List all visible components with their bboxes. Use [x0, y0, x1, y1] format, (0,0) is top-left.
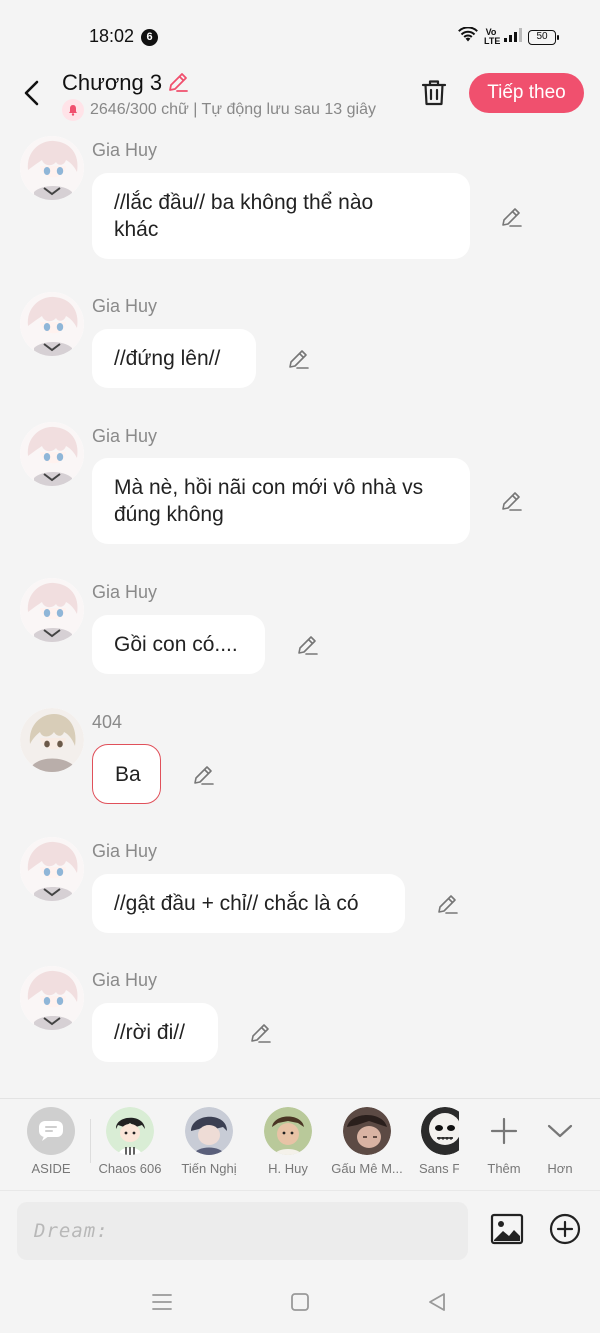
chevron-left-icon	[24, 80, 39, 106]
chevron-down-icon	[536, 1107, 584, 1155]
avatar	[421, 1107, 459, 1155]
avatar[interactable]	[20, 292, 84, 356]
message-bubble[interactable]: //đứng lên//	[92, 329, 256, 388]
sender-name: Gia Huy	[92, 582, 158, 602]
message-bubble[interactable]: Gồi con có....	[92, 615, 265, 674]
status-time: 18:02	[89, 26, 135, 46]
notification-count-badge: 6	[141, 29, 158, 46]
image-icon	[490, 1213, 524, 1245]
add-button[interactable]	[548, 1212, 582, 1246]
status-icons: Vo LTE 50	[458, 25, 559, 48]
back-nav-button[interactable]	[425, 1290, 449, 1314]
character-name: Sans F	[419, 1161, 459, 1176]
menu-button[interactable]	[150, 1290, 174, 1314]
system-navigation-bar	[0, 1270, 600, 1333]
chapter-title: Chương 3	[62, 70, 163, 95]
edit-message-button[interactable]	[435, 892, 459, 916]
character-selector: ASIDE Chaos 606 Tiến Nghị H. Huy Gấu Mê …	[0, 1098, 600, 1190]
insert-image-button[interactable]	[489, 1211, 525, 1247]
plus-icon	[480, 1107, 528, 1155]
character-name: H. Huy	[268, 1161, 308, 1176]
character-avatar-item[interactable]: H. Huy	[249, 1107, 327, 1176]
volte-icon: Vo LTE	[484, 27, 501, 46]
avatar[interactable]	[20, 837, 84, 901]
avatar	[106, 1107, 154, 1155]
edit-message-button[interactable]	[286, 347, 310, 371]
avatar	[264, 1107, 312, 1155]
avatar	[185, 1107, 233, 1155]
avatar	[343, 1107, 391, 1155]
pencil-icon	[251, 1024, 271, 1043]
menu-icon	[152, 1294, 172, 1310]
character-name: ASIDE	[31, 1161, 71, 1176]
collapse-button[interactable]: Hơn	[532, 1107, 588, 1176]
message-input[interactable]	[17, 1202, 468, 1260]
edit-message-button[interactable]	[499, 205, 523, 229]
edit-message-button[interactable]	[295, 633, 319, 657]
character-name: Chaos 606	[98, 1161, 162, 1176]
sender-name: Gia Huy	[92, 426, 158, 446]
more-label: Thêm	[487, 1161, 521, 1176]
battery-icon: 50	[528, 29, 559, 45]
back-button[interactable]	[18, 78, 46, 108]
character-avatar-item[interactable]: Gấu Mê M...	[328, 1107, 406, 1176]
avatar[interactable]	[20, 422, 84, 486]
character-aside[interactable]: ASIDE	[12, 1107, 90, 1176]
character-avatar-item[interactable]: Chaos 606	[91, 1107, 169, 1176]
collapse-label: Hơn	[547, 1161, 573, 1176]
edit-message-button[interactable]	[248, 1021, 272, 1045]
signal-icon	[504, 27, 522, 47]
message-bubble[interactable]: //rời đi//	[92, 1003, 218, 1062]
sender-name: 404	[92, 712, 123, 732]
character-name: Tiến Nghị	[181, 1161, 237, 1176]
avatar[interactable]	[20, 136, 84, 200]
pencil-icon	[289, 350, 309, 369]
edit-title-button[interactable]	[166, 70, 190, 94]
sender-name: Gia Huy	[92, 296, 158, 316]
message-bubble-selected[interactable]: Ba	[92, 744, 161, 804]
plus-circle-icon	[549, 1213, 581, 1245]
pencil-icon	[502, 492, 522, 511]
wifi-icon	[458, 25, 478, 48]
message-bubble[interactable]: //lắc đầu// ba không thể nào khác	[92, 173, 470, 259]
message-bubble[interactable]: //gật đầu + chỉ// chắc là có	[92, 874, 405, 933]
pencil-icon	[194, 766, 214, 785]
word-count-autosave-text: 2646/300 chữ | Tự động lưu sau 13 giây	[90, 101, 376, 118]
more-characters-button[interactable]: Thêm	[472, 1107, 536, 1176]
edit-message-button[interactable]	[191, 763, 215, 787]
status-bar: 18:02 6 Vo LTE 50	[0, 0, 600, 64]
next-button[interactable]: Tiếp theo	[469, 73, 584, 113]
editor-header: Chương 3 2646/300 chữ | Tự động lưu sau …	[0, 64, 600, 126]
pencil-icon	[438, 895, 458, 914]
sender-name: Gia Huy	[92, 140, 158, 160]
character-name: Gấu Mê M...	[331, 1161, 403, 1176]
word-count-line: 2646/300 chữ | Tự động lưu sau 13 giây	[62, 99, 396, 121]
avatar[interactable]	[20, 708, 84, 772]
sender-name: Gia Huy	[92, 970, 158, 990]
input-bar	[0, 1190, 600, 1270]
delete-button[interactable]	[420, 78, 448, 108]
bell-icon	[62, 99, 84, 121]
home-square-icon	[291, 1293, 309, 1311]
pencil-icon	[502, 208, 522, 227]
avatar[interactable]	[20, 578, 84, 642]
character-avatar-item[interactable]: Sans F	[407, 1107, 459, 1176]
sender-name: Gia Huy	[92, 841, 158, 861]
home-button[interactable]	[288, 1290, 312, 1314]
chat-area[interactable]: Gia Huy //lắc đầu// ba không thể nào khá…	[0, 126, 600, 1098]
character-avatar-item[interactable]: Tiến Nghị	[170, 1107, 248, 1176]
pencil-icon	[169, 73, 188, 92]
trash-icon	[421, 80, 447, 106]
pencil-icon	[298, 636, 318, 655]
chat-bubble-icon	[27, 1107, 75, 1155]
avatar[interactable]	[20, 966, 84, 1030]
triangle-back-icon	[429, 1293, 445, 1311]
message-bubble[interactable]: Mà nè, hồi nãi con mới vô nhà vs đúng kh…	[92, 458, 470, 544]
edit-message-button[interactable]	[499, 489, 523, 513]
